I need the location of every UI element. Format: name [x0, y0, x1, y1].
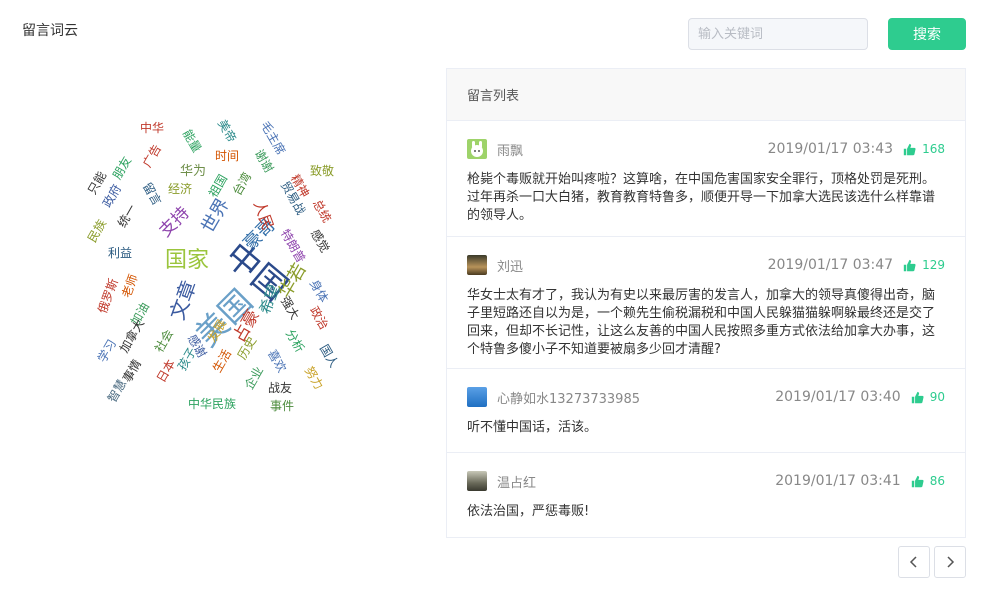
word-cloud-word: 中华民族 — [188, 397, 237, 411]
word-cloud-word: 华为 — [180, 164, 207, 179]
comment-item: 刘迅 2019/01/17 03:47 129 华女士太有才了，我认为有史以来最… — [447, 237, 965, 369]
word-cloud-word: 战友 — [268, 381, 293, 395]
like-count: 86 — [929, 474, 945, 488]
prev-page-button[interactable] — [898, 546, 930, 578]
avatar[interactable] — [467, 139, 487, 159]
panel-header: 留言列表 — [447, 69, 965, 121]
word-cloud-word: 民族 — [84, 217, 110, 245]
word-cloud-word: 加拿大 — [116, 316, 148, 356]
word-cloud-word: 学习 — [94, 337, 120, 365]
word-cloud-word: 支持 — [155, 203, 194, 242]
word-cloud-word: 智慧 — [104, 377, 130, 405]
word-cloud-word: 时间 — [215, 149, 240, 163]
comment-item: 雨飘 2019/01/17 03:43 168 枪毙个毒贩就开始叫疼啦？这算啥，… — [447, 121, 965, 237]
avatar[interactable] — [467, 387, 487, 407]
comment-time: 2019/01/17 03:40 — [775, 389, 901, 405]
comment-username[interactable]: 刘迅 — [497, 256, 523, 275]
word-cloud-word: 留言 — [139, 180, 165, 208]
comment-username[interactable]: 雨飘 — [497, 140, 523, 159]
word-cloud-word: 致敬 — [310, 164, 335, 178]
word-cloud-word: 特朗普 — [277, 226, 309, 266]
word-cloud-word: 能量 — [179, 127, 205, 155]
word-cloud-word: 身体 — [306, 277, 332, 305]
word-cloud-word: 政治 — [306, 304, 332, 332]
like-count: 129 — [922, 258, 945, 272]
word-cloud-word: 社会 — [151, 327, 177, 355]
word-cloud-word: 分析 — [282, 327, 308, 355]
avatar[interactable] — [467, 471, 487, 491]
word-cloud-word: 感觉 — [307, 227, 333, 255]
word-cloud-word: 广告 — [139, 142, 165, 170]
panel-title: 留言列表 — [467, 89, 520, 104]
word-cloud-word: 总统 — [309, 197, 335, 225]
next-page-button[interactable] — [934, 546, 966, 578]
word-cloud-word: 利益 — [108, 246, 133, 260]
like-button[interactable]: 86 — [911, 474, 945, 488]
chevron-right-icon — [947, 556, 955, 568]
word-cloud-word: 努力 — [301, 364, 327, 392]
like-button[interactable]: 129 — [903, 258, 945, 272]
word-cloud-word: 美帝 — [214, 117, 240, 145]
word-cloud-word: 俄罗斯 — [95, 276, 121, 316]
thumbs-up-icon — [911, 475, 924, 487]
comment-time: 2019/01/17 03:41 — [775, 473, 901, 489]
word-cloud-word: 经济 — [168, 182, 193, 196]
comment-item: 温占红 2019/01/17 03:41 86 依法治国，严惩毒贩! — [447, 453, 965, 537]
word-cloud-word: 喜欢 — [264, 347, 290, 375]
word-cloud-word: 朋友 — [109, 154, 135, 182]
comment-item: 心静如水13273733985 2019/01/17 03:40 90 听不懂中… — [447, 369, 965, 453]
comment-list-panel: 留言列表 雨飘 2019/01/17 03:43 168 枪毙个毒贩就开始叫疼啦… — [446, 68, 966, 538]
thumbs-up-icon — [903, 143, 916, 155]
comment-text: 枪毙个毒贩就开始叫疼啦？这算啥，在中国危害国家安全罪行，顶格处罚是死刑。过年再杀… — [467, 172, 936, 223]
like-button[interactable]: 168 — [903, 142, 945, 156]
search-input[interactable] — [688, 18, 868, 50]
word-cloud-word: 国人 — [316, 342, 342, 370]
word-cloud-word: 企业 — [241, 364, 267, 392]
like-count: 168 — [922, 142, 945, 156]
word-cloud-word: 国家 — [165, 248, 210, 273]
word-cloud-word: 强大 — [277, 294, 303, 322]
like-button[interactable]: 90 — [911, 390, 945, 404]
word-cloud-word: 中华 — [140, 121, 165, 135]
thumbs-up-icon — [903, 259, 916, 271]
word-cloud-word: 统一 — [114, 202, 140, 230]
word-cloud-word: 文章 — [164, 277, 202, 323]
word-cloud-word: 老师 — [119, 272, 141, 300]
like-count: 90 — [929, 390, 945, 404]
comment-username[interactable]: 心静如水13273733985 — [497, 388, 640, 407]
word-cloud-word: 世界 — [197, 194, 234, 237]
word-cloud-word: 事件 — [270, 399, 295, 413]
word-cloud-word: 台湾 — [229, 170, 255, 198]
chevron-left-icon — [909, 556, 917, 568]
comment-text: 依法治国，严惩毒贩! — [467, 504, 590, 519]
word-cloud-word: 政府 — [99, 182, 125, 210]
comment-time: 2019/01/17 03:47 — [767, 257, 894, 273]
word-cloud-word: 祖国 — [205, 172, 231, 200]
comment-text: 听不懂中国话，活该。 — [467, 420, 598, 435]
word-cloud-word: 日本 — [153, 357, 179, 385]
word-cloud: 中国 美国 国家 文章 华为 世界 支持 豪哥 华若 占豪 希望 人民 精神 中华民族 事件 战友 致敬 利益 俄罗… — [70, 110, 370, 430]
search-button[interactable]: 搜索 — [888, 18, 966, 50]
avatar[interactable] — [467, 255, 487, 275]
comment-text: 华女士太有才了，我认为有史以来最厉害的发言人，加拿大的领导真傻得出奇，脑子里短路… — [467, 288, 936, 357]
comment-username[interactable]: 温占红 — [497, 472, 536, 491]
wordcloud-title: 留言词云 — [22, 23, 78, 39]
comment-time: 2019/01/17 03:43 — [767, 141, 894, 157]
thumbs-up-icon — [911, 391, 924, 403]
